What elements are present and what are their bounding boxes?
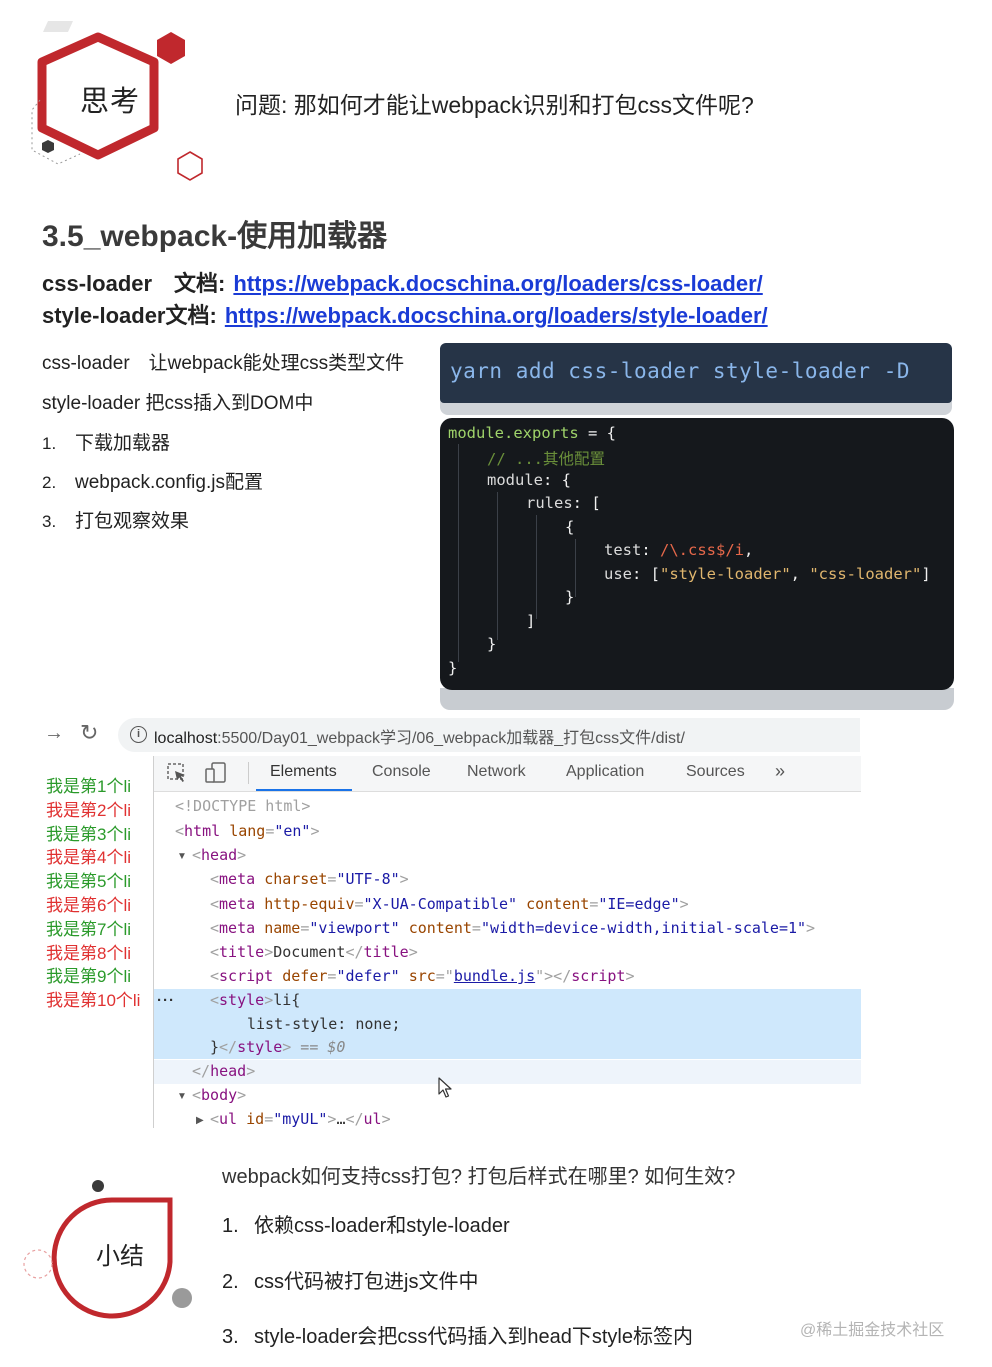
think-badge-label: 思考	[80, 86, 141, 118]
code-line: use: ["style-loader", "css-loader"]	[604, 565, 931, 583]
install-command-block: yarn add css-loader style-loader -D	[440, 343, 952, 415]
code-line: test: /\.css$/i,	[604, 541, 754, 559]
code-line: }	[448, 659, 458, 677]
expand-triangle-icon[interactable]: ▼	[177, 851, 187, 862]
page-li-item: 我是第6个li	[46, 895, 132, 915]
inspect-element-icon[interactable]	[166, 762, 188, 784]
forward-icon[interactable]: →	[44, 722, 64, 745]
page-li-item: 我是第2个li	[46, 800, 132, 820]
config-code-shadow	[440, 688, 954, 710]
dom-script-node[interactable]: <script defer="defer" src="bundle.js"></…	[210, 967, 634, 985]
summary-text: style-loader会把css代码插入到head下style标签内	[254, 1326, 693, 1348]
page-li-item: 我是第7个li	[46, 919, 132, 939]
dom-ul-node[interactable]: <ul id="myUL">…</ul>	[210, 1110, 391, 1128]
section-title: 3.5_webpack-使用加载器	[42, 220, 388, 253]
install-command-text: yarn add css-loader style-loader -D	[440, 343, 952, 403]
css-loader-doc-link[interactable]: https://webpack.docschina.org/loaders/cs…	[233, 271, 762, 296]
summary-question: webpack如何支持css打包? 打包后样式在哪里? 如何生效?	[222, 1166, 736, 1188]
summary-text: 依赖css-loader和style-loader	[254, 1215, 510, 1237]
code-line: module: {	[487, 471, 571, 489]
info-icon[interactable]: i	[130, 726, 147, 743]
summary-number: 1.	[222, 1215, 239, 1237]
page-li-item: 我是第4个li	[46, 848, 132, 868]
toolbar-separator	[248, 762, 249, 784]
config-code-box: module.exports = { // ...其他配置 module: { …	[440, 418, 954, 690]
page-li-item: 我是第5个li	[46, 872, 132, 892]
page-li-item: 我是第3个li	[46, 824, 132, 844]
step-text: 下载加载器	[75, 433, 171, 454]
dom-head-node[interactable]: <head>	[192, 846, 246, 864]
dom-meta-httpequiv[interactable]: <meta http-equiv="X-UA-Compatible" conte…	[210, 895, 689, 913]
step-text: 打包观察效果	[75, 511, 190, 532]
step-item: 3. 打包观察效果	[42, 506, 189, 533]
css-loader-doc-line: css-loader 文档: https://webpack.docschina.…	[42, 266, 763, 298]
dom-meta-viewport[interactable]: <meta name="viewport" content="width=dev…	[210, 919, 815, 937]
summary-item: 1. 依赖css-loader和style-loader	[222, 1209, 510, 1238]
page-li-item: 我是第9个li	[46, 967, 132, 987]
summary-number: 3.	[222, 1326, 239, 1348]
step-number: 3.	[42, 512, 57, 531]
dom-style-node[interactable]: <style>li{	[210, 991, 300, 1009]
tab-console[interactable]: Console	[372, 763, 431, 781]
reload-icon[interactable]: ↻	[80, 720, 98, 746]
code-line: ]	[526, 612, 536, 630]
step-item: 2. webpack.config.js配置	[42, 467, 263, 494]
style-loader-doc-label: style-loader文档:	[42, 303, 217, 328]
step-number: 1.	[42, 434, 57, 453]
page-li-item: 我是第1个li	[46, 777, 132, 796]
dom-style-rule: list-style: none;	[247, 1015, 401, 1033]
page-li-item: 我是第8个li	[46, 943, 132, 963]
dom-body-node[interactable]: <body>	[192, 1086, 246, 1104]
mouse-cursor-icon	[438, 1077, 452, 1098]
summary-item: 2. css代码被打包进js文件中	[222, 1265, 478, 1294]
dom-style-close[interactable]: }</style> == $0	[210, 1038, 345, 1056]
page-li-list: 我是第1个li 我是第2个li 我是第3个li 我是第4个li 我是第5个li 我是第6个…	[46, 775, 140, 1013]
node-actions-icon[interactable]: ···	[157, 992, 175, 1009]
watermark: @稀土掘金技术社区	[800, 1322, 945, 1339]
tab-application[interactable]: Application	[566, 763, 644, 781]
code-comment: // ...其他配置	[487, 450, 605, 468]
step-text: webpack.config.js配置	[75, 472, 263, 493]
question-text: 问题: 那如何才能让webpack识别和打包css文件呢?	[235, 92, 754, 118]
summary-item: 3. style-loader会把css代码插入到head下style标签内	[222, 1320, 693, 1349]
url-text[interactable]: localhost:5500/Day01_webpack学习/06_webpac…	[154, 724, 685, 748]
style-loader-doc-line: style-loader文档: https://webpack.docschina…	[42, 298, 768, 330]
device-toolbar-icon[interactable]	[204, 761, 228, 785]
code-line: {	[565, 518, 575, 536]
bundle-js-link[interactable]: bundle.js	[454, 967, 535, 985]
summary-text: css代码被打包进js文件中	[254, 1271, 479, 1293]
tab-network[interactable]: Network	[467, 763, 526, 781]
style-loader-desc: style-loader 把css插入到DOM中	[42, 393, 314, 414]
css-loader-doc-label: css-loader 文档:	[42, 271, 226, 296]
dom-meta-charset[interactable]: <meta charset="UTF-8">	[210, 870, 409, 888]
hover-node-highlight	[154, 1060, 861, 1084]
code-line: rules: [	[526, 494, 601, 512]
dom-title-node[interactable]: <title>Document</title>	[210, 943, 418, 961]
step-item: 1. 下载加载器	[42, 428, 170, 455]
css-loader-desc: css-loader 让webpack能处理css类型文件	[42, 353, 405, 374]
page-li-item: 我是第10个li	[46, 991, 141, 1011]
step-number: 2.	[42, 473, 57, 492]
expand-triangle-icon[interactable]: ▼	[177, 1091, 187, 1102]
code-line: }	[487, 635, 497, 653]
summary-number: 2.	[222, 1271, 239, 1293]
collapse-triangle-icon[interactable]: ▶	[196, 1115, 204, 1126]
style-loader-doc-link[interactable]: https://webpack.docschina.org/loaders/st…	[225, 303, 768, 328]
tab-elements[interactable]: Elements	[270, 763, 337, 781]
tab-sources[interactable]: Sources	[686, 763, 745, 781]
dom-head-close[interactable]: </head>	[192, 1062, 255, 1080]
code-line: module.exports = {	[448, 424, 616, 442]
active-tab-indicator	[256, 789, 352, 791]
dom-html-node[interactable]: <html lang="en">	[175, 822, 320, 840]
dom-doctype[interactable]: <!DOCTYPE html>	[175, 797, 310, 815]
config-code-block: module.exports = { // ...其他配置 module: { …	[440, 418, 954, 710]
summary-badge-label: 小结	[96, 1243, 144, 1270]
more-tabs-icon[interactable]: »	[775, 761, 785, 782]
code-line: }	[565, 588, 575, 606]
